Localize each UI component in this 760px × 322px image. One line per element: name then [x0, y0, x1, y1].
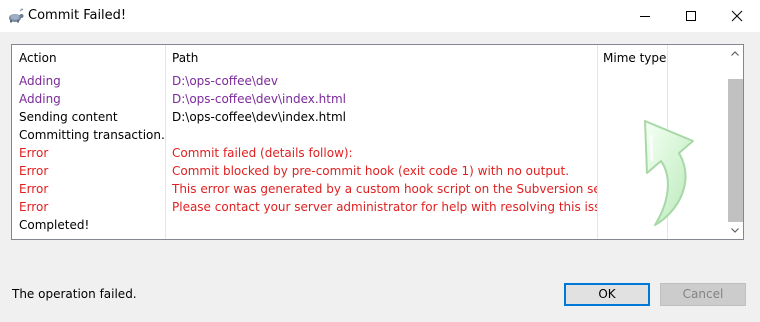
maximize-button[interactable] — [668, 0, 714, 32]
row-action: Sending content — [19, 110, 118, 124]
row-action: Committing transaction... — [19, 128, 164, 142]
row-path: D:\ops-coffee\dev\index.html — [172, 110, 347, 124]
row-path: D:\ops-coffee\dev\index.html — [172, 92, 347, 106]
scroll-thumb[interactable] — [728, 79, 743, 222]
commit-failed-dialog: Commit Failed! Action Path Mime type Add… — [0, 0, 760, 322]
tortoise-icon — [7, 8, 25, 24]
row-action: Completed! — [19, 218, 90, 232]
row-action: Adding — [19, 74, 61, 88]
scroll-down-button[interactable] — [727, 222, 743, 239]
commit-arrow-icon — [644, 120, 694, 226]
maximize-icon — [686, 11, 696, 21]
minimize-icon — [640, 16, 650, 17]
scroll-up-button[interactable] — [727, 45, 743, 62]
row-path: Commit blocked by pre-commit hook (exit … — [172, 164, 570, 178]
chevron-down-icon — [731, 228, 739, 233]
list-item[interactable]: Adding D:\ops-coffee\dev\index.html — [12, 90, 732, 108]
cancel-button[interactable]: Cancel — [660, 283, 746, 306]
chevron-up-icon — [731, 51, 739, 56]
column-header-mime-type[interactable]: Mime type — [603, 51, 666, 65]
close-button[interactable] — [714, 0, 760, 32]
column-header-path[interactable]: Path — [172, 51, 198, 65]
row-path: This error was generated by a custom hoo… — [172, 182, 597, 196]
window-title: Commit Failed! — [28, 8, 127, 23]
row-action: Error — [19, 164, 49, 178]
vertical-scrollbar[interactable] — [727, 45, 743, 239]
close-icon — [731, 10, 743, 22]
status-text: The operation failed. — [12, 287, 137, 301]
row-path: D:\ops-coffee\dev — [172, 74, 278, 88]
list-item[interactable]: Adding D:\ops-coffee\dev — [12, 72, 732, 90]
title-bar: Commit Failed! — [0, 0, 760, 32]
ok-button[interactable]: OK — [564, 283, 650, 306]
row-action: Adding — [19, 92, 61, 106]
row-path: Commit failed (details follow): — [172, 146, 353, 160]
commit-log-list[interactable]: Action Path Mime type Adding D:\ops-coffe… — [11, 44, 744, 240]
row-action: Error — [19, 182, 49, 196]
row-action: Error — [19, 146, 49, 160]
column-header-action[interactable]: Action — [19, 51, 57, 65]
minimize-button[interactable] — [622, 0, 668, 32]
row-path: Please contact your server administrator… — [172, 200, 597, 214]
row-action: Error — [19, 200, 49, 214]
